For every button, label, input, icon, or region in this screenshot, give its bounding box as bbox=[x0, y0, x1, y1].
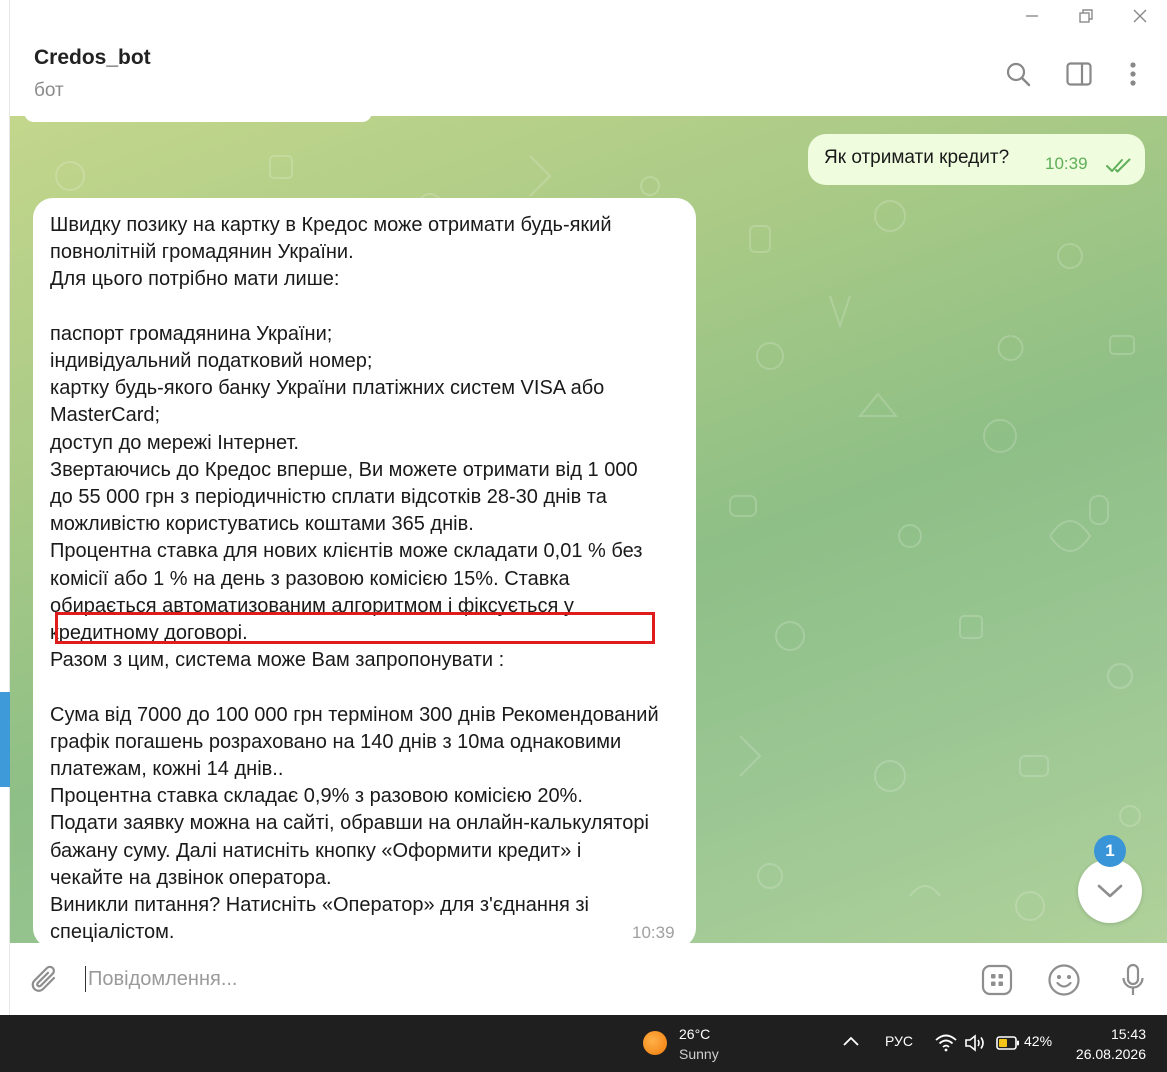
left-panel-edge bbox=[0, 0, 10, 1015]
outgoing-message[interactable]: Як отримати кредит? 10:39 bbox=[808, 134, 1145, 185]
text-caret bbox=[85, 966, 86, 992]
red-highlight-box bbox=[55, 612, 655, 644]
scroll-down-button[interactable] bbox=[1078, 859, 1142, 923]
chevron-down-icon bbox=[1097, 884, 1123, 898]
message-text: Швидку позику на картку в Кредос може от… bbox=[50, 214, 659, 943]
attach-icon[interactable] bbox=[26, 961, 64, 999]
read-checkmarks-icon bbox=[1106, 158, 1131, 173]
restore-icon[interactable] bbox=[1059, 0, 1113, 32]
sun-icon[interactable] bbox=[643, 1031, 667, 1055]
selected-chat-indicator bbox=[0, 692, 10, 787]
sidebar-toggle-icon[interactable] bbox=[1063, 58, 1095, 90]
emoji-icon[interactable] bbox=[1045, 961, 1083, 999]
message-time: 10:39 bbox=[632, 923, 675, 942]
battery-percent[interactable]: 42% bbox=[1024, 1033, 1052, 1049]
bot-commands-icon[interactable] bbox=[978, 961, 1016, 999]
search-icon[interactable] bbox=[1002, 58, 1034, 90]
chat-header[interactable]: Credos_bot бот bbox=[10, 32, 1167, 116]
incoming-message[interactable]: Швидку позику на картку в Кредос може от… bbox=[33, 198, 696, 943]
chat-area[interactable]: Як отримати кредит? 10:39 Швидку позику … bbox=[10, 116, 1167, 943]
chat-title[interactable]: Credos_bot bbox=[34, 46, 151, 70]
language-indicator[interactable]: РУС bbox=[885, 1033, 913, 1049]
minimize-icon[interactable] bbox=[1005, 0, 1059, 32]
clock-date[interactable]: 26.08.2026 bbox=[1076, 1046, 1146, 1062]
weather-temperature[interactable]: 26°C bbox=[679, 1026, 710, 1042]
unread-badge[interactable]: 1 bbox=[1094, 835, 1126, 867]
message-composer bbox=[10, 943, 1167, 1015]
close-icon[interactable] bbox=[1113, 0, 1167, 32]
chat-subtitle: бот bbox=[34, 80, 64, 101]
window-controls bbox=[1005, 0, 1167, 32]
microphone-icon[interactable] bbox=[1114, 961, 1152, 999]
previous-message-edge bbox=[24, 116, 372, 122]
wifi-icon[interactable] bbox=[935, 1034, 957, 1052]
volume-icon[interactable] bbox=[964, 1034, 986, 1052]
message-text: Як отримати кредит? bbox=[824, 147, 1010, 168]
battery-icon[interactable] bbox=[996, 1036, 1020, 1050]
message-input[interactable] bbox=[88, 963, 908, 995]
clock-time[interactable]: 15:43 bbox=[1111, 1026, 1146, 1042]
chevron-up-icon[interactable] bbox=[842, 1035, 860, 1047]
telegram-window: Credos_bot бот Як отримати кредит? 10:39… bbox=[0, 0, 1167, 1015]
weather-condition[interactable]: Sunny bbox=[679, 1046, 719, 1062]
message-time: 10:39 bbox=[1045, 154, 1088, 173]
windows-taskbar: 26°C Sunny РУС 42% 15:43 26.08.2026 bbox=[0, 1015, 1167, 1072]
more-vertical-icon[interactable] bbox=[1117, 58, 1149, 90]
